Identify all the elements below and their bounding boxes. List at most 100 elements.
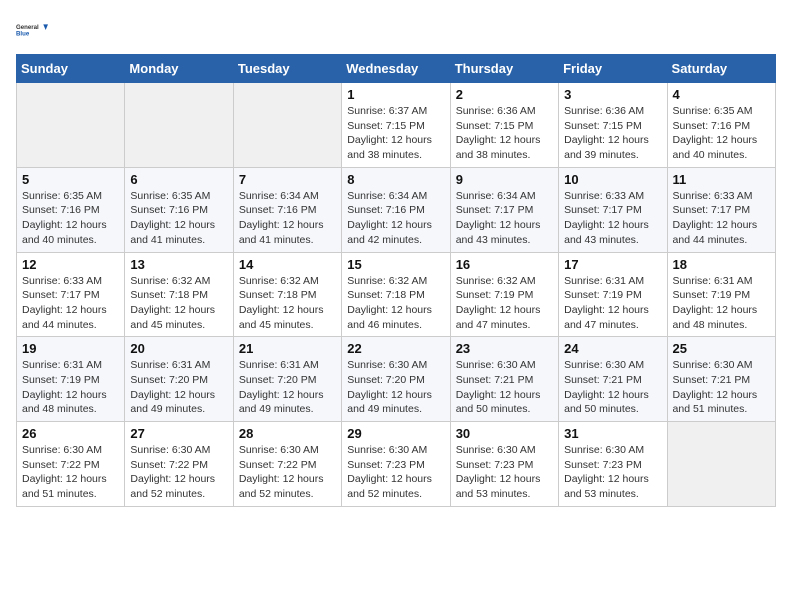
calendar-cell: 25 Sunrise: 6:30 AM Sunset: 7:21 PM Dayli… [667, 337, 775, 422]
day-info: Sunrise: 6:32 AM Sunset: 7:18 PM Dayligh… [347, 274, 444, 333]
calendar-cell: 3 Sunrise: 6:36 AM Sunset: 7:15 PM Daylig… [559, 83, 667, 168]
logo: GeneralBlue [16, 16, 48, 44]
day-number: 15 [347, 257, 444, 272]
day-info: Sunrise: 6:37 AM Sunset: 7:15 PM Dayligh… [347, 104, 444, 163]
day-info: Sunrise: 6:31 AM Sunset: 7:20 PM Dayligh… [239, 358, 336, 417]
calendar-cell: 1 Sunrise: 6:37 AM Sunset: 7:15 PM Daylig… [342, 83, 450, 168]
calendar-cell [667, 422, 775, 507]
calendar-cell: 21 Sunrise: 6:31 AM Sunset: 7:20 PM Dayli… [233, 337, 341, 422]
day-number: 30 [456, 426, 553, 441]
calendar-cell: 17 Sunrise: 6:31 AM Sunset: 7:19 PM Dayli… [559, 252, 667, 337]
day-number: 19 [22, 341, 119, 356]
calendar-cell: 30 Sunrise: 6:30 AM Sunset: 7:23 PM Dayli… [450, 422, 558, 507]
day-info: Sunrise: 6:30 AM Sunset: 7:22 PM Dayligh… [130, 443, 227, 502]
day-info: Sunrise: 6:33 AM Sunset: 7:17 PM Dayligh… [22, 274, 119, 333]
calendar-cell: 10 Sunrise: 6:33 AM Sunset: 7:17 PM Dayli… [559, 167, 667, 252]
logo-icon: GeneralBlue [16, 16, 48, 44]
calendar-cell: 2 Sunrise: 6:36 AM Sunset: 7:15 PM Daylig… [450, 83, 558, 168]
day-number: 16 [456, 257, 553, 272]
day-number: 10 [564, 172, 661, 187]
weekday-header-wednesday: Wednesday [342, 55, 450, 83]
day-number: 17 [564, 257, 661, 272]
page-header: GeneralBlue [16, 16, 776, 44]
weekday-header-thursday: Thursday [450, 55, 558, 83]
day-number: 28 [239, 426, 336, 441]
day-number: 5 [22, 172, 119, 187]
day-number: 21 [239, 341, 336, 356]
calendar-cell: 15 Sunrise: 6:32 AM Sunset: 7:18 PM Dayli… [342, 252, 450, 337]
calendar-cell: 31Sunrise: 6:30 AM Sunset: 7:23 PM Dayli… [559, 422, 667, 507]
weekday-header-tuesday: Tuesday [233, 55, 341, 83]
day-number: 13 [130, 257, 227, 272]
day-number: 4 [673, 87, 770, 102]
calendar-cell: 11Sunrise: 6:33 AM Sunset: 7:17 PM Dayli… [667, 167, 775, 252]
day-info: Sunrise: 6:30 AM Sunset: 7:21 PM Dayligh… [673, 358, 770, 417]
day-info: Sunrise: 6:32 AM Sunset: 7:19 PM Dayligh… [456, 274, 553, 333]
day-info: Sunrise: 6:30 AM Sunset: 7:20 PM Dayligh… [347, 358, 444, 417]
calendar-cell: 8 Sunrise: 6:34 AM Sunset: 7:16 PM Daylig… [342, 167, 450, 252]
week-row-2: 5Sunrise: 6:35 AM Sunset: 7:16 PM Daylig… [17, 167, 776, 252]
day-info: Sunrise: 6:30 AM Sunset: 7:23 PM Dayligh… [456, 443, 553, 502]
weekday-header-row: SundayMondayTuesdayWednesdayThursdayFrid… [17, 55, 776, 83]
day-number: 3 [564, 87, 661, 102]
day-info: Sunrise: 6:30 AM Sunset: 7:23 PM Dayligh… [564, 443, 661, 502]
calendar-cell [125, 83, 233, 168]
day-number: 1 [347, 87, 444, 102]
svg-text:Blue: Blue [16, 31, 30, 38]
weekday-header-monday: Monday [125, 55, 233, 83]
day-info: Sunrise: 6:30 AM Sunset: 7:21 PM Dayligh… [564, 358, 661, 417]
day-info: Sunrise: 6:36 AM Sunset: 7:15 PM Dayligh… [564, 104, 661, 163]
day-number: 25 [673, 341, 770, 356]
day-info: Sunrise: 6:30 AM Sunset: 7:22 PM Dayligh… [22, 443, 119, 502]
day-info: Sunrise: 6:34 AM Sunset: 7:16 PM Dayligh… [239, 189, 336, 248]
day-number: 11 [673, 172, 770, 187]
day-number: 26 [22, 426, 119, 441]
calendar-cell: 23 Sunrise: 6:30 AM Sunset: 7:21 PM Dayli… [450, 337, 558, 422]
week-row-3: 12 Sunrise: 6:33 AM Sunset: 7:17 PM Dayli… [17, 252, 776, 337]
day-number: 12 [22, 257, 119, 272]
day-info: Sunrise: 6:30 AM Sunset: 7:22 PM Dayligh… [239, 443, 336, 502]
day-number: 22 [347, 341, 444, 356]
calendar-cell: 16 Sunrise: 6:32 AM Sunset: 7:19 PM Dayli… [450, 252, 558, 337]
calendar-cell: 19Sunrise: 6:31 AM Sunset: 7:19 PM Dayli… [17, 337, 125, 422]
svg-text:General: General [16, 24, 39, 31]
calendar-cell: 14Sunrise: 6:32 AM Sunset: 7:18 PM Dayli… [233, 252, 341, 337]
day-number: 29 [347, 426, 444, 441]
day-info: Sunrise: 6:32 AM Sunset: 7:18 PM Dayligh… [130, 274, 227, 333]
day-info: Sunrise: 6:30 AM Sunset: 7:21 PM Dayligh… [456, 358, 553, 417]
day-number: 7 [239, 172, 336, 187]
day-info: Sunrise: 6:36 AM Sunset: 7:15 PM Dayligh… [456, 104, 553, 163]
day-info: Sunrise: 6:31 AM Sunset: 7:20 PM Dayligh… [130, 358, 227, 417]
day-info: Sunrise: 6:31 AM Sunset: 7:19 PM Dayligh… [564, 274, 661, 333]
day-number: 2 [456, 87, 553, 102]
day-info: Sunrise: 6:33 AM Sunset: 7:17 PM Dayligh… [564, 189, 661, 248]
day-number: 27 [130, 426, 227, 441]
calendar-cell [233, 83, 341, 168]
day-number: 8 [347, 172, 444, 187]
calendar-cell: 12 Sunrise: 6:33 AM Sunset: 7:17 PM Dayli… [17, 252, 125, 337]
day-info: Sunrise: 6:34 AM Sunset: 7:16 PM Dayligh… [347, 189, 444, 248]
calendar-cell: 9Sunrise: 6:34 AM Sunset: 7:17 PM Daylig… [450, 167, 558, 252]
day-number: 23 [456, 341, 553, 356]
week-row-5: 26 Sunrise: 6:30 AM Sunset: 7:22 PM Dayli… [17, 422, 776, 507]
calendar-cell: 20Sunrise: 6:31 AM Sunset: 7:20 PM Dayli… [125, 337, 233, 422]
day-number: 24 [564, 341, 661, 356]
calendar-cell: 13 Sunrise: 6:32 AM Sunset: 7:18 PM Dayli… [125, 252, 233, 337]
calendar-cell: 29 Sunrise: 6:30 AM Sunset: 7:23 PM Dayli… [342, 422, 450, 507]
week-row-1: 1 Sunrise: 6:37 AM Sunset: 7:15 PM Daylig… [17, 83, 776, 168]
day-number: 9 [456, 172, 553, 187]
weekday-header-sunday: Sunday [17, 55, 125, 83]
day-number: 18 [673, 257, 770, 272]
calendar-cell: 24 Sunrise: 6:30 AM Sunset: 7:21 PM Dayli… [559, 337, 667, 422]
day-info: Sunrise: 6:30 AM Sunset: 7:23 PM Dayligh… [347, 443, 444, 502]
day-number: 14 [239, 257, 336, 272]
calendar-cell: 6Sunrise: 6:35 AM Sunset: 7:16 PM Daylig… [125, 167, 233, 252]
day-info: Sunrise: 6:31 AM Sunset: 7:19 PM Dayligh… [673, 274, 770, 333]
calendar-cell: 18 Sunrise: 6:31 AM Sunset: 7:19 PM Dayli… [667, 252, 775, 337]
calendar-cell [17, 83, 125, 168]
calendar-cell: 27 Sunrise: 6:30 AM Sunset: 7:22 PM Dayli… [125, 422, 233, 507]
calendar-cell: 5Sunrise: 6:35 AM Sunset: 7:16 PM Daylig… [17, 167, 125, 252]
day-info: Sunrise: 6:35 AM Sunset: 7:16 PM Dayligh… [673, 104, 770, 163]
calendar-cell: 26 Sunrise: 6:30 AM Sunset: 7:22 PM Dayli… [17, 422, 125, 507]
weekday-header-saturday: Saturday [667, 55, 775, 83]
